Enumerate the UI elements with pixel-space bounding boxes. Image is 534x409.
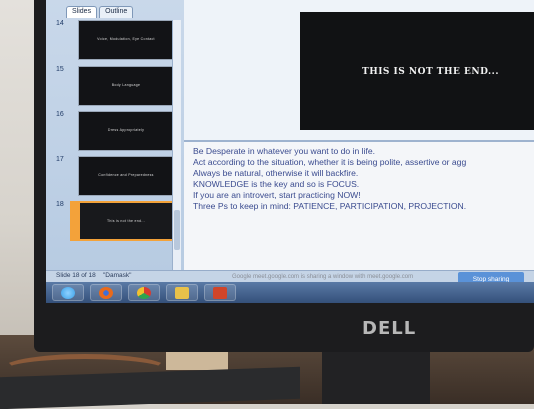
thumbnail-text: This is not the end...: [106, 219, 146, 223]
tab-outline[interactable]: Outline: [99, 6, 134, 18]
notes-line: Act according to the situation, whether …: [193, 157, 467, 167]
slide-thumbnail-row[interactable]: 15 Body Language: [56, 66, 181, 106]
thumbnail-text: Voice, Modulation, Eye Contact: [97, 37, 155, 41]
taskbar-powerpoint[interactable]: [204, 284, 236, 301]
tab-slides[interactable]: Slides: [66, 6, 98, 18]
notes-line: Be Desperate in whatever you want to do …: [193, 146, 376, 156]
slide-number: 17: [56, 156, 64, 163]
panel-scrollbar[interactable]: [172, 20, 181, 270]
slide-thumbnail-row[interactable]: 16 Dress Appropriately: [56, 111, 181, 151]
thumbnail-text: Confidence and Preparedness: [98, 173, 154, 177]
monitor-brand-logo: DELL: [362, 318, 417, 339]
slide-thumbnail[interactable]: Body Language: [78, 66, 174, 106]
slide-thumbnail-row-selected[interactable]: 18 This is not the end...: [56, 201, 181, 241]
monitor-stand: [322, 352, 430, 404]
slide-count-status: Slide 18 of 18 "Damask": [56, 272, 131, 279]
taskbar-explorer[interactable]: [166, 284, 198, 301]
slide-number: 14: [56, 20, 64, 27]
slides-panel: Slides Outline 14 Voice, Modulation, Eye…: [46, 0, 185, 272]
slide-number: 18: [56, 201, 64, 208]
slide-thumbnail-row[interactable]: 17 Confidence and Preparedness: [56, 156, 181, 196]
slide-thumbnail[interactable]: Voice, Modulation, Eye Contact: [78, 20, 174, 60]
thumbnail-text: Dress Appropriately: [107, 128, 145, 132]
screen: Slides Outline 14 Voice, Modulation, Eye…: [46, 0, 534, 303]
notes-line: Always be natural, otherwise it will bac…: [193, 168, 359, 178]
taskbar-firefox[interactable]: [90, 284, 122, 301]
slide-thumbnail[interactable]: Confidence and Preparedness: [78, 156, 174, 196]
notes-line: If you are an introvert, start practicin…: [193, 190, 361, 200]
current-slide[interactable]: THIS IS NOT THE END...: [300, 12, 534, 130]
speaker-notes[interactable]: Be Desperate in whatever you want to do …: [184, 140, 534, 275]
slide-title: THIS IS NOT THE END...: [362, 67, 499, 77]
taskbar: [46, 282, 534, 303]
slide-thumbnail-selected[interactable]: This is not the end...: [78, 201, 174, 241]
slide-number: 16: [56, 111, 64, 118]
windows-start-icon: [61, 287, 75, 299]
firefox-icon: [99, 287, 113, 299]
notes-line: Three Ps to keep in mind: PATIENCE, PART…: [193, 201, 467, 211]
slide-info: Slide 18 of 18: [56, 272, 96, 279]
selection-marker: [70, 201, 78, 241]
slide-thumbnail-row[interactable]: 14 Voice, Modulation, Eye Contact: [56, 20, 181, 60]
scrollbar-thumb[interactable]: [174, 210, 180, 250]
slide-thumbnail[interactable]: Dress Appropriately: [78, 111, 174, 151]
slide-number: 15: [56, 66, 64, 73]
thumbnail-text: Body Language: [111, 83, 141, 87]
notes-line: KNOWLEDGE is the key and so is FOCUS.: [193, 179, 360, 189]
taskbar-chrome[interactable]: [128, 284, 160, 301]
screen-share-message: Google meet.google.com is sharing a wind…: [232, 274, 414, 280]
taskbar-start[interactable]: [52, 284, 84, 301]
panel-tabs: Slides Outline: [66, 6, 134, 18]
powerpoint-icon: [213, 287, 227, 299]
slide-editor-area: THIS IS NOT THE END...: [184, 0, 534, 140]
theme-name: "Damask": [103, 272, 132, 279]
chrome-icon: [137, 287, 151, 299]
folder-icon: [175, 287, 189, 299]
